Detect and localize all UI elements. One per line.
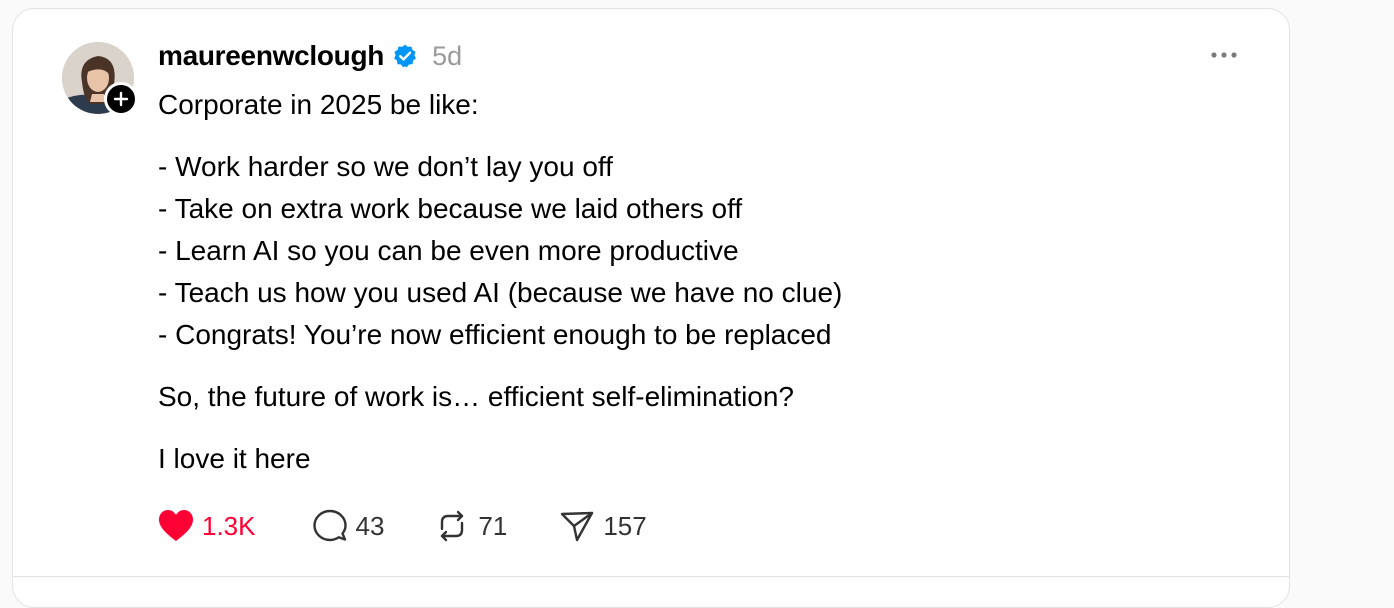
username[interactable]: maureenwclough	[158, 40, 384, 72]
verified-check-icon	[392, 43, 418, 69]
list-item: - Work harder so we don’t lay you off	[158, 151, 613, 182]
more-dots-icon	[1211, 52, 1237, 58]
send-icon	[561, 511, 594, 542]
post-intro: Corporate in 2025 be like:	[158, 89, 479, 120]
like-count: 1.3K	[202, 510, 256, 541]
repost-icon	[441, 510, 464, 542]
comment-bubble-icon	[312, 509, 347, 542]
divider	[12, 576, 1290, 577]
reply-count: 43	[355, 510, 385, 541]
repost-button[interactable]: 71	[434, 509, 507, 543]
post-timestamp[interactable]: 5d	[432, 41, 462, 72]
plus-icon	[113, 91, 129, 107]
post-header: maureenwclough 5d	[158, 38, 462, 74]
post-body: Corporate in 2025 be like: - Work harder…	[158, 84, 1238, 480]
share-count: 157	[603, 510, 647, 541]
list-item: - Congrats! You’re now efficient enough …	[158, 319, 832, 350]
like-button[interactable]: 1.3K	[158, 509, 256, 543]
more-options-button[interactable]	[1206, 42, 1242, 68]
heart-filled-icon	[159, 510, 193, 541]
avatar-container	[62, 42, 138, 116]
list-item: - Teach us how you used AI (because we h…	[158, 277, 843, 308]
reply-button[interactable]: 43	[312, 509, 385, 543]
repost-count: 71	[478, 510, 508, 541]
post-question: So, the future of work is… efficient sel…	[158, 381, 795, 412]
post-closing: I love it here	[158, 443, 311, 474]
share-button[interactable]: 157	[559, 509, 647, 543]
list-item: - Learn AI so you can be even more produ…	[158, 235, 739, 266]
list-item: - Take on extra work because we laid oth…	[158, 193, 743, 224]
post-list: - Work harder so we don’t lay you off - …	[158, 146, 1238, 356]
follow-button[interactable]	[104, 82, 138, 116]
action-bar: 1.3K 43 71 157	[158, 506, 647, 546]
